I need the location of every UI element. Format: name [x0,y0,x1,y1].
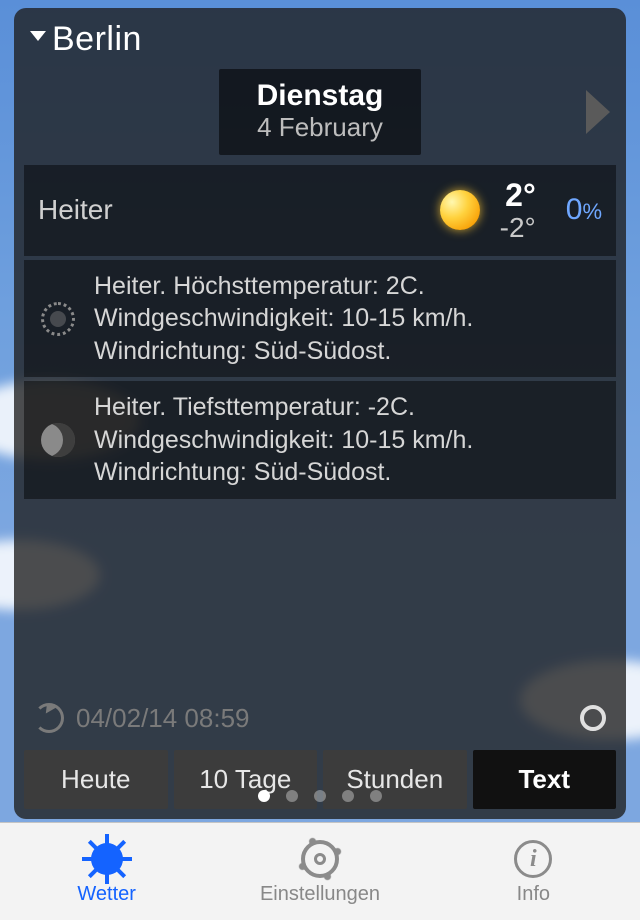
day-name: Dienstag [257,79,384,112]
bottom-tab-bar: Wetter Einstellungen i Info [0,822,640,920]
day-forecast-block: Heiter. Höchsttemperatur: 2C. Windgeschw… [24,260,616,378]
page-dot[interactable] [258,790,270,802]
location-circle-icon[interactable] [580,705,606,731]
sun-outline-icon [36,297,80,341]
condition-label: Heiter [38,194,113,226]
bottom-tab-info-label: Info [517,883,550,906]
moon-icon [36,418,80,462]
temperatures: 2° -2° [500,179,536,242]
location-name: Berlin [52,20,142,59]
page-dot[interactable] [286,790,298,802]
refresh-timestamp: 04/02/14 08:59 [76,703,568,734]
day-box: Dienstag 4 February [219,69,422,155]
location-selector[interactable]: Berlin [24,20,616,59]
precipitation-chance: 0% [566,193,602,227]
sun-tab-icon [85,837,129,881]
reload-icon[interactable] [34,703,64,733]
night-forecast-block: Heiter. Tiefsttemperatur: -2C. Windgesch… [24,381,616,499]
bottom-tab-info[interactable]: i Info [427,823,640,920]
dropdown-triangle-icon [30,31,46,41]
summary-row: Heiter 2° -2° 0% [24,165,616,256]
refresh-row: 04/02/14 08:59 [24,689,616,746]
pop-unit: % [582,199,602,224]
day-forecast-text: Heiter. Höchsttemperatur: 2C. Windgeschw… [94,270,604,368]
day-selector: Dienstag 4 February [24,69,616,155]
page-indicator[interactable] [0,790,640,802]
night-forecast-text: Heiter. Tiefsttemperatur: -2C. Windgesch… [94,391,604,489]
next-day-arrow-icon[interactable] [586,90,610,134]
weather-panel: Berlin Dienstag 4 February Heiter 2° -2°… [14,8,626,819]
page-dot[interactable] [314,790,326,802]
bottom-tab-weather[interactable]: Wetter [0,823,213,920]
temp-low: -2° [500,213,536,242]
bottom-tab-settings[interactable]: Einstellungen [213,823,426,920]
page-dot[interactable] [342,790,354,802]
page-dot[interactable] [370,790,382,802]
pop-value: 0 [566,193,583,226]
gear-icon [298,837,342,881]
day-date: 4 February [257,112,384,143]
temp-high: 2° [500,179,536,213]
info-icon: i [511,837,555,881]
sun-icon [430,180,490,240]
